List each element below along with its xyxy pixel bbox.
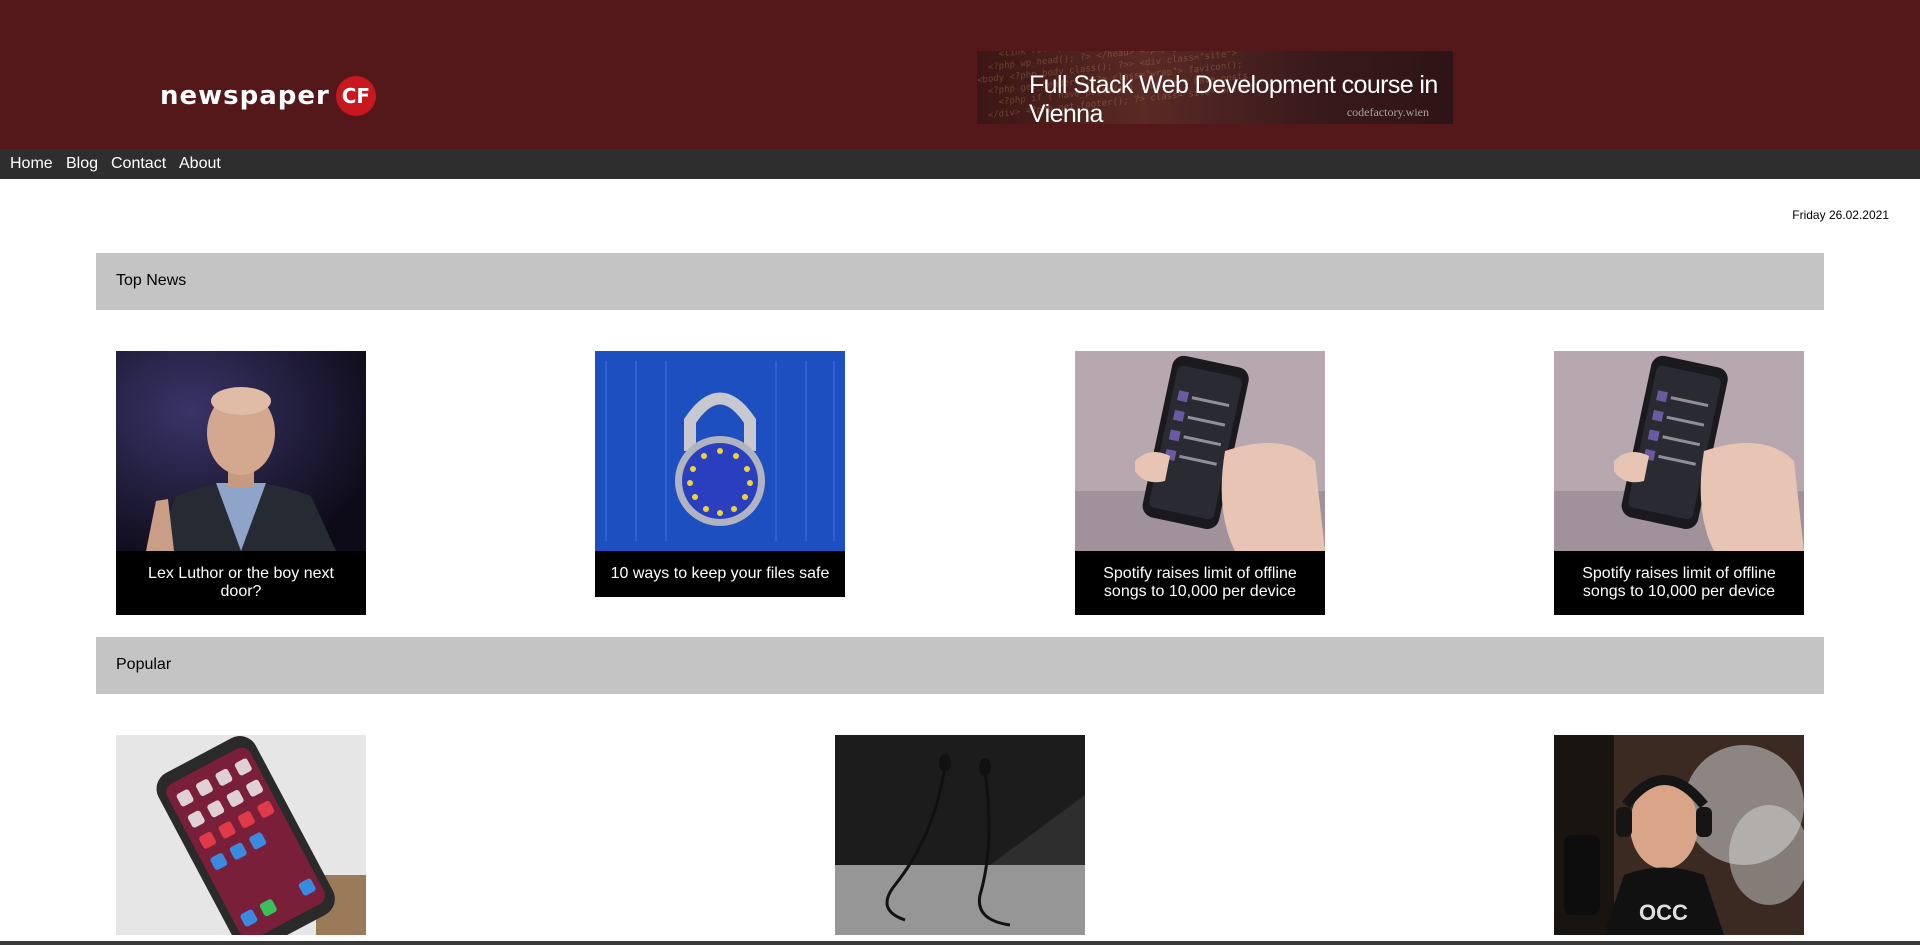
news-caption: Spotify raises limit of offline songs to… — [1075, 551, 1325, 615]
current-date: Friday 26.02.2021 — [1792, 208, 1889, 222]
section-popular: Popular — [96, 637, 1824, 694]
section-top-news: Top News — [96, 253, 1824, 310]
popular-card[interactable] — [116, 735, 366, 935]
news-image-phone-hand — [1554, 351, 1804, 551]
nav-about[interactable]: About — [179, 155, 221, 173]
news-card[interactable]: 10 ways to keep your files safe — [595, 351, 845, 597]
section-title: Top News — [116, 272, 187, 289]
banner-subtitle: codefactory.wien — [1346, 105, 1429, 119]
popular-image-earphones — [835, 735, 1085, 935]
news-card[interactable]: Lex Luthor or the boy next door? — [116, 351, 366, 615]
nav-contact[interactable]: Contact — [111, 155, 166, 173]
nav-home[interactable]: Home — [10, 155, 53, 173]
svg-text:OCC: OCC — [1639, 900, 1688, 925]
site-header: newspaper CF <link rel="profile" href="h… — [0, 0, 1920, 149]
news-card[interactable]: Spotify raises limit of offline songs to… — [1075, 351, 1325, 615]
popular-card[interactable] — [835, 735, 1085, 935]
news-caption: Lex Luthor or the boy next door? — [116, 551, 366, 615]
main-nav: Home Blog Contact About — [0, 149, 1920, 179]
popular-card[interactable]: OCC — [1554, 735, 1804, 935]
news-caption: Spotify raises limit of offline songs to… — [1554, 551, 1804, 615]
news-image-padlock — [595, 351, 845, 551]
news-card[interactable]: Spotify raises limit of offline songs to… — [1554, 351, 1804, 615]
news-image-portrait — [116, 351, 366, 551]
news-caption: 10 ways to keep your files safe — [595, 551, 845, 597]
nav-blog[interactable]: Blog — [66, 155, 98, 173]
logo-badge: CF — [335, 76, 376, 116]
site-logo[interactable]: newspaper CF — [160, 76, 376, 116]
news-image-phone-hand — [1075, 351, 1325, 551]
logo-text: newspaper — [160, 81, 330, 111]
course-banner[interactable]: <link rel="profile" href="http://gmpg.or… — [977, 51, 1453, 124]
popular-image-podcast-smoke: OCC — [1554, 735, 1804, 935]
bottom-scroll-edge — [0, 941, 1920, 945]
section-title: Popular — [116, 656, 172, 673]
popular-image-iphone — [116, 735, 366, 935]
